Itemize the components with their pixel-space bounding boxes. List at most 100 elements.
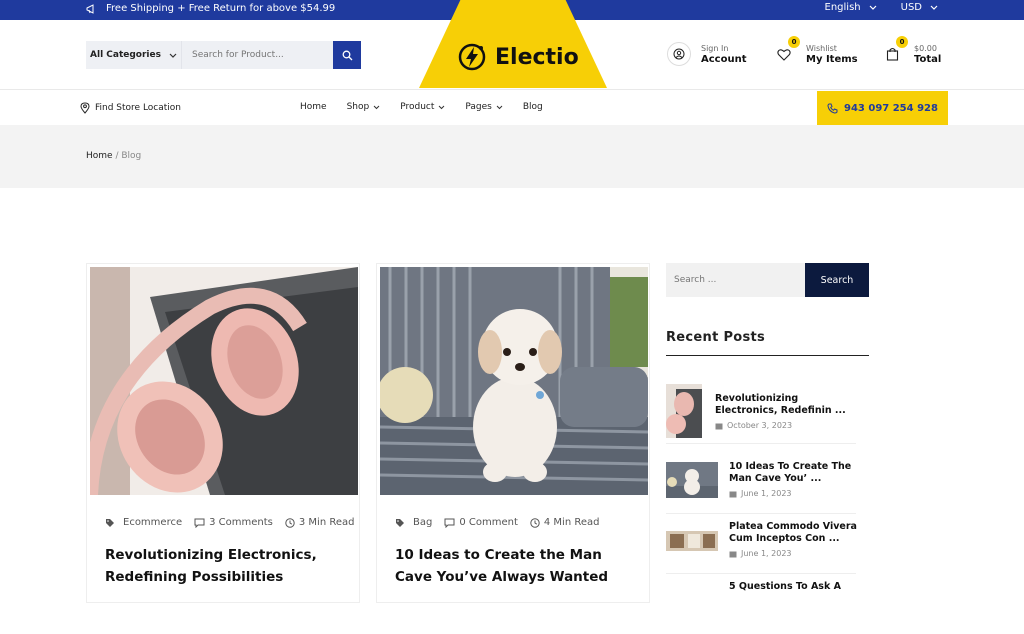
blog-post-card[interactable]: Bag 0 Comment 4 Min Read 10 Ideas to Cre…	[376, 263, 650, 603]
category-label: All Categories	[90, 50, 161, 60]
nav-item-home[interactable]: Home	[300, 102, 327, 112]
nav-item-blog[interactable]: Blog	[523, 102, 543, 112]
map-pin-icon	[80, 102, 90, 114]
category-select[interactable]: All Categories	[86, 41, 182, 69]
comment-icon	[444, 518, 455, 528]
cart-total-label: Total	[914, 53, 942, 65]
recent-post-title[interactable]: Platea Commodo Vivera Cum Inceptos Con .…	[729, 521, 869, 545]
blog-post-card[interactable]: Ecommerce 3 Comments 3 Min Read Revoluti…	[86, 263, 360, 603]
account-small-label: Sign In	[701, 43, 729, 53]
recent-post-item[interactable]: Platea Commodo Vivera Cum Inceptos Con .…	[666, 514, 857, 574]
nav-item-shop[interactable]: Shop	[347, 102, 381, 112]
chevron-down-icon	[169, 53, 177, 58]
clock-icon	[285, 517, 295, 528]
post-category-label: Ecommerce	[123, 517, 183, 528]
find-store-link[interactable]: Find Store Location	[80, 102, 181, 114]
wishlist-label: My Items	[806, 53, 858, 65]
wishlist-count-badge: 0	[788, 36, 800, 48]
search-icon	[342, 50, 352, 60]
post-comments-label: 0 Comment	[459, 517, 518, 528]
recent-post-thumbnail[interactable]	[666, 590, 718, 594]
post-read-time: 4 Min Read	[530, 517, 600, 528]
product-search-input[interactable]	[182, 41, 333, 69]
site-logo[interactable]: Electio	[419, 0, 607, 88]
post-read-label: 3 Min Read	[298, 517, 355, 528]
recent-post-thumbnail[interactable]	[666, 384, 702, 438]
wishlist-small-label: Wishlist	[806, 43, 837, 53]
recent-post-item[interactable]: Revolutionizing Electronics, Redefinin .…	[666, 384, 856, 444]
breadcrumb-home[interactable]: Home	[86, 151, 113, 161]
phone-number: 943 097 254 928	[844, 102, 938, 114]
post-comments[interactable]: 3 Comments	[194, 517, 273, 528]
sidebar-search-input[interactable]	[666, 263, 805, 297]
clock-icon	[530, 517, 540, 528]
chevron-down-icon	[869, 5, 877, 10]
post-image-dog[interactable]	[380, 267, 648, 495]
recent-post-date-label: October 3, 2023	[727, 421, 793, 430]
post-read-time: 3 Min Read	[285, 517, 355, 528]
promo-text: Free Shipping + Free Return for above $5…	[106, 3, 336, 14]
recent-post-item[interactable]: 10 Ideas To Create The Man Cave You’ ...…	[666, 454, 856, 514]
nav-label: Blog	[522, 102, 543, 112]
post-category[interactable]: Bag	[395, 517, 432, 528]
product-search-bar: All Categories	[86, 41, 361, 69]
recent-post-date: June 1, 2023	[729, 549, 792, 558]
recent-post-thumbnail[interactable]	[666, 462, 718, 498]
account-label: Account	[701, 53, 747, 65]
chevron-down-icon	[439, 105, 445, 109]
recent-post-date-label: June 1, 2023	[741, 489, 792, 498]
language-label: English	[824, 2, 861, 13]
cart-amount: $0.00	[914, 43, 937, 53]
chevron-down-icon	[496, 105, 503, 109]
cart-count-badge: 0	[896, 36, 908, 48]
recent-post-thumbnail[interactable]	[666, 531, 718, 551]
search-button[interactable]	[333, 41, 361, 69]
post-category[interactable]: Ecommerce	[105, 517, 182, 528]
nav-label: Product	[400, 102, 435, 112]
phone-icon	[827, 103, 838, 114]
recent-post-item[interactable]: 5 Questions To Ask A	[666, 574, 856, 634]
calendar-icon	[729, 491, 737, 497]
account-link[interactable]: Sign In Account	[667, 42, 746, 66]
comment-icon	[194, 518, 205, 528]
tag-icon	[106, 518, 114, 527]
calendar-icon	[715, 423, 723, 429]
nav-label: Pages	[465, 102, 492, 112]
find-store-label: Find Store Location	[95, 103, 182, 113]
breadcrumb: Home / Blog	[0, 125, 1024, 188]
heart-icon: 0	[772, 36, 800, 66]
currency-select[interactable]: USD	[901, 2, 938, 13]
sidebar-search: Search	[666, 263, 869, 297]
recent-posts-heading: Recent Posts	[666, 330, 766, 345]
recent-post-title[interactable]: Revolutionizing Electronics, Redefinin .…	[715, 393, 855, 417]
sidebar-search-button[interactable]: Search	[805, 263, 869, 297]
megaphone-icon	[86, 3, 94, 14]
tag-icon	[396, 518, 404, 527]
post-title[interactable]: 10 Ideas to Create the Man Cave You’ve A…	[395, 544, 635, 588]
chevron-down-icon	[373, 105, 380, 109]
recent-post-date: June 1, 2023	[729, 489, 792, 498]
currency-label: USD	[900, 2, 922, 13]
nav-item-product[interactable]: Product	[400, 102, 445, 112]
nav-item-pages[interactable]: Pages	[465, 102, 503, 112]
post-comments[interactable]: 0 Comment	[444, 517, 518, 528]
calendar-icon	[729, 551, 737, 557]
site-header: All Categories Electio Sign In Account	[0, 0, 1024, 90]
post-title[interactable]: Revolutionizing Electronics, Redefining …	[105, 544, 345, 588]
recent-post-title[interactable]: 5 Questions To Ask A	[729, 581, 869, 593]
post-category-label: Bag	[413, 517, 433, 528]
promo-message: Free Shipping + Free Return for above $5…	[86, 3, 335, 14]
logo-text: Electio	[495, 44, 579, 70]
breadcrumb-current: Blog	[121, 151, 142, 161]
phone-contact-button[interactable]: 943 097 254 928	[817, 91, 948, 125]
post-image-headphones[interactable]	[90, 267, 358, 495]
language-select[interactable]: English	[825, 2, 877, 13]
lightning-bolt-icon	[458, 43, 486, 71]
user-icon	[667, 42, 691, 66]
recent-post-title[interactable]: 10 Ideas To Create The Man Cave You’ ...	[729, 461, 869, 485]
post-read-label: 4 Min Read	[543, 517, 600, 528]
cart-link[interactable]: 0 $0.00 Total	[880, 36, 942, 66]
wishlist-link[interactable]: 0 Wishlist My Items	[772, 36, 858, 66]
chevron-down-icon	[930, 5, 938, 10]
nav-label: Home	[300, 102, 327, 112]
